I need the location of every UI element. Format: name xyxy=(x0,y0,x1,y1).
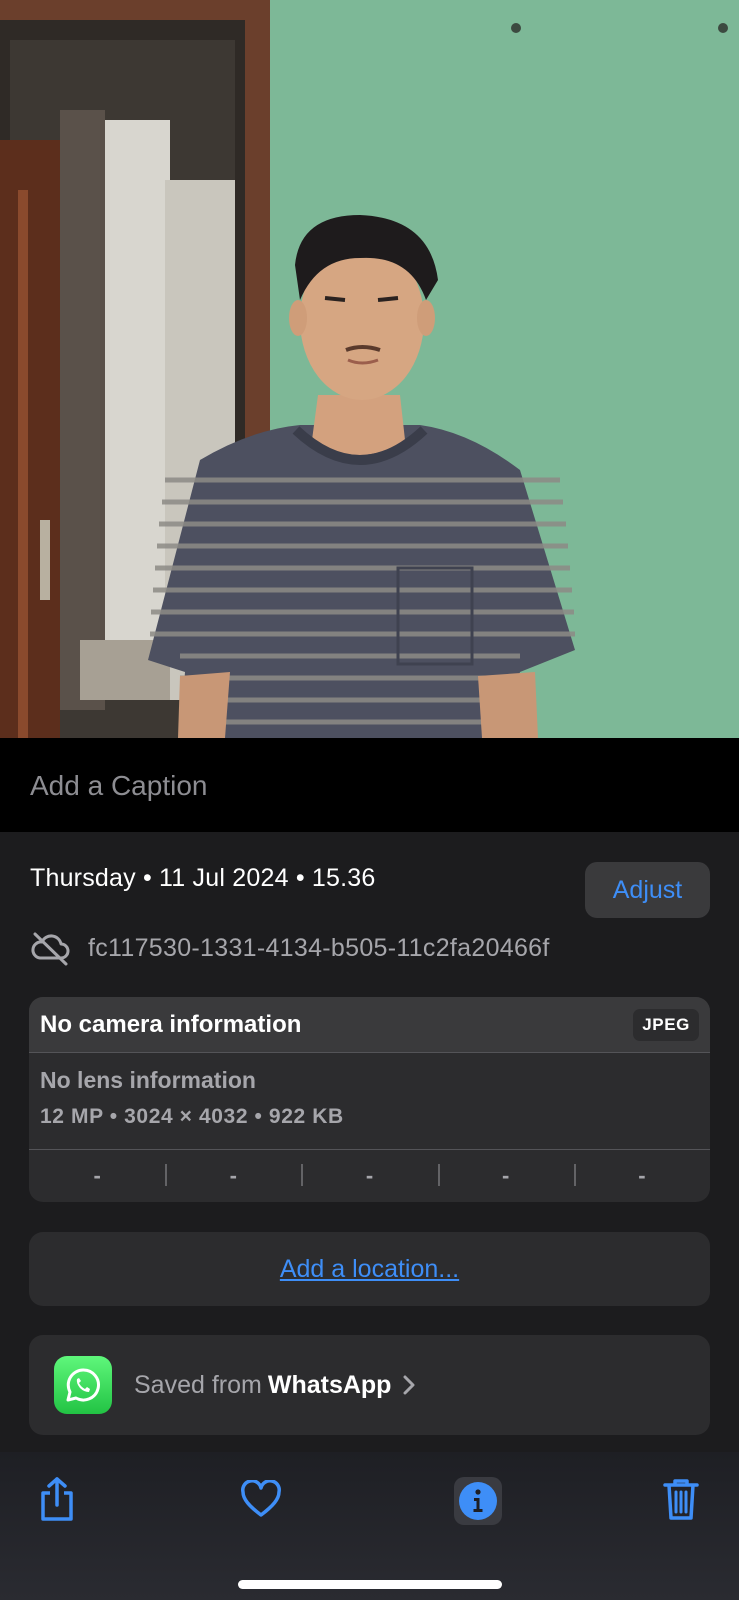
exif-exposure: - xyxy=(301,1150,437,1202)
caption-input[interactable] xyxy=(30,768,710,804)
exif-row: - - - - - xyxy=(29,1149,710,1202)
file-name: fc117530-1331-4134-b505-11c2fa20466f xyxy=(88,933,550,962)
location-card: Add a location... xyxy=(29,1232,710,1306)
info-icon xyxy=(459,1482,497,1520)
whatsapp-icon xyxy=(54,1356,112,1414)
photo-date: Thursday • 11 Jul 2024 • 15.36 xyxy=(30,864,376,892)
bottom-toolbar xyxy=(0,1452,739,1600)
favorite-button[interactable] xyxy=(236,1474,286,1524)
lens-info: No lens information xyxy=(40,1067,256,1093)
camera-info-card: No camera information JPEG No lens infor… xyxy=(29,997,710,1202)
cloud-slash-icon xyxy=(31,932,70,966)
exif-aperture: - xyxy=(437,1150,574,1202)
exif-shutter: - xyxy=(573,1150,710,1202)
source-app-name: WhatsApp xyxy=(267,1370,392,1399)
exif-iso: - xyxy=(93,1163,101,1188)
heart-icon xyxy=(241,1480,281,1517)
delete-button[interactable] xyxy=(656,1474,706,1524)
photo-view[interactable] xyxy=(0,0,739,738)
chevron-right-icon xyxy=(403,1375,415,1395)
source-prefix: Saved from xyxy=(134,1370,262,1399)
share-button[interactable] xyxy=(32,1474,82,1524)
format-badge: JPEG xyxy=(633,1008,699,1041)
file-name-row: fc117530-1331-4134-b505-11c2fa20466f xyxy=(30,928,550,968)
adjust-date-button[interactable]: Adjust xyxy=(585,862,710,918)
photo-portrait xyxy=(0,0,739,738)
trash-icon xyxy=(663,1479,699,1520)
add-location-link[interactable]: Add a location... xyxy=(280,1255,459,1284)
info-panel: Thursday • 11 Jul 2024 • 15.36 Adjust fc… xyxy=(0,832,739,1452)
info-button[interactable] xyxy=(454,1477,502,1525)
camera-info-header: No camera information JPEG xyxy=(29,997,710,1053)
exif-focal-length: - xyxy=(165,1150,301,1202)
share-icon xyxy=(41,1477,73,1521)
home-indicator[interactable] xyxy=(238,1580,502,1589)
source-app-card[interactable]: Saved from WhatsApp xyxy=(29,1335,710,1435)
camera-title: No camera information xyxy=(40,1010,302,1038)
caption-bar xyxy=(0,738,739,832)
image-specs: 12 MP • 3024 × 4032 • 922 KB xyxy=(40,1105,344,1128)
